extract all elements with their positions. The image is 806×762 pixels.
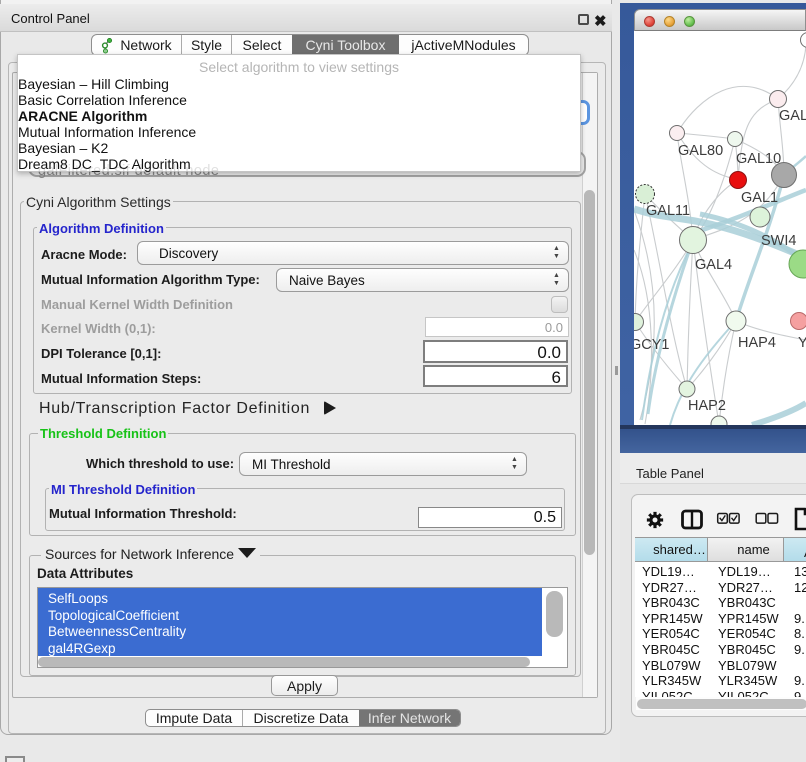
svg-text:YM: YM [798, 335, 806, 351]
svg-text:SWI4: SWI4 [761, 233, 796, 249]
svg-text:GAL1: GAL1 [741, 190, 778, 206]
svg-text:HAP4: HAP4 [738, 335, 776, 351]
svg-text:GAL80: GAL80 [678, 143, 723, 159]
svg-text:HAP2: HAP2 [688, 398, 726, 414]
svg-text:GAL4: GAL4 [695, 257, 732, 273]
svg-text:GAL11: GAL11 [646, 203, 690, 219]
svg-text:GCY1: GCY1 [634, 337, 670, 353]
svg-text:GAL7: GAL7 [779, 108, 806, 124]
svg-text:GAL10: GAL10 [736, 151, 781, 167]
